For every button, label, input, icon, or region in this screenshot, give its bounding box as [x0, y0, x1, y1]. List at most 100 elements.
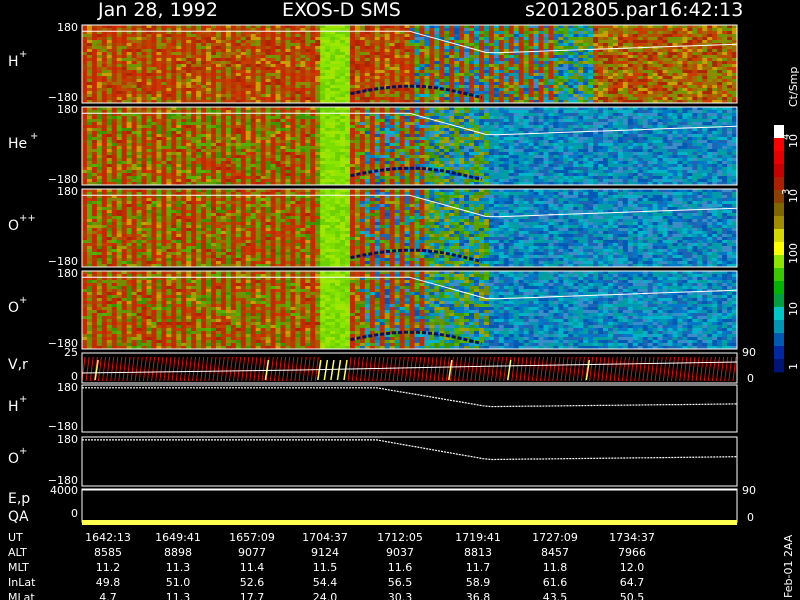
- heatmap-cell: [171, 73, 177, 77]
- heatmap-cell: [285, 34, 291, 38]
- heatmap-cell: [156, 146, 162, 150]
- heatmap-cell: [116, 125, 123, 129]
- heatmap-cell: [692, 61, 698, 65]
- heatmap-cell: [583, 64, 589, 68]
- heatmap-cell: [96, 61, 103, 65]
- heatmap-cell: [225, 134, 232, 138]
- heatmap-cell: [647, 40, 654, 44]
- heatmap-cell: [647, 91, 654, 95]
- heatmap-cell: [245, 88, 252, 92]
- heatmap-cell: [211, 67, 217, 71]
- heatmap-cell: [156, 97, 162, 101]
- heatmap-cell: [151, 170, 157, 174]
- heatmap-cell: [320, 149, 326, 153]
- heatmap-cell: [374, 137, 381, 141]
- heatmap-cell: [469, 82, 475, 86]
- heatmap-cell: [151, 43, 157, 47]
- heatmap-cell: [320, 73, 326, 77]
- heatmap-cell: [196, 91, 202, 95]
- heatmap-cell: [637, 49, 644, 53]
- heatmap-cell: [330, 125, 336, 129]
- heatmap-cell: [603, 79, 609, 83]
- heatmap-cell: [344, 119, 351, 123]
- heatmap-cell: [354, 94, 361, 98]
- heatmap-cell: [632, 88, 639, 92]
- heatmap-cell: [677, 55, 683, 59]
- heatmap-cell: [503, 43, 510, 47]
- heatmap-cell: [503, 37, 510, 41]
- heatmap-cell: [186, 140, 192, 144]
- heatmap-cell: [523, 67, 530, 71]
- heatmap-cell: [86, 155, 93, 159]
- heatmap-cell: [335, 25, 341, 29]
- heatmap-cell: [82, 176, 88, 180]
- heatmap-cell: [573, 37, 579, 41]
- heatmap-cell: [379, 34, 386, 38]
- heatmap-cell: [191, 125, 197, 129]
- heatmap-cell: [186, 146, 192, 150]
- heatmap-cell: [215, 158, 222, 162]
- heatmap-cell: [335, 173, 341, 177]
- heatmap-cell: [464, 40, 470, 44]
- heatmap-cell: [171, 170, 177, 174]
- heatmap-cell: [82, 37, 88, 41]
- heatmap-cell: [563, 28, 569, 32]
- heatmap-cell: [101, 37, 108, 41]
- heatmap-cell: [305, 61, 311, 65]
- heatmap-cell: [250, 176, 257, 180]
- heatmap-cell: [166, 91, 172, 95]
- heatmap-cell: [320, 52, 326, 56]
- heatmap-cell: [593, 52, 599, 56]
- heatmap-cell: [394, 34, 401, 38]
- heatmap-cell: [320, 43, 326, 47]
- heatmap-cell: [692, 52, 698, 56]
- heatmap-cell: [220, 158, 227, 162]
- heatmap-cell: [523, 76, 530, 80]
- heatmap-cell: [642, 79, 649, 83]
- heatmap-cell: [657, 70, 664, 74]
- heatmap-cell: [290, 25, 296, 29]
- heatmap-cell: [240, 64, 247, 68]
- heatmap-cell: [295, 119, 301, 123]
- heatmap-cell: [235, 55, 242, 59]
- heatmap-cell: [588, 40, 594, 44]
- heatmap-cell: [325, 97, 331, 101]
- heatmap-cell: [285, 67, 291, 71]
- heatmap-cell: [354, 43, 361, 47]
- heatmap-cell: [548, 25, 554, 29]
- heatmap-cell: [424, 58, 430, 62]
- heatmap-cell: [131, 61, 138, 65]
- heatmap-cell: [191, 37, 197, 41]
- heatmap-cell: [349, 25, 356, 29]
- heatmap-cell: [344, 122, 351, 126]
- heatmap-cell: [354, 82, 361, 86]
- heatmap-cell: [265, 91, 272, 95]
- heatmap-cell: [330, 61, 336, 65]
- heatmap-cell: [136, 91, 143, 95]
- heatmap-cell: [364, 49, 371, 53]
- heatmap-cell: [622, 58, 629, 62]
- heatmap-cell: [722, 28, 728, 32]
- heatmap-cell: [201, 122, 207, 126]
- heatmap-cell: [265, 140, 272, 144]
- heatmap-cell: [617, 31, 624, 35]
- heatmap-cell: [483, 88, 490, 92]
- heatmap-cell: [245, 58, 252, 62]
- heatmap-cell: [126, 61, 133, 65]
- heatmap-cell: [325, 85, 331, 89]
- heatmap-cell: [206, 140, 212, 144]
- heatmap-cell: [374, 146, 381, 150]
- heatmap-cell: [136, 64, 143, 68]
- heatmap-cell: [498, 28, 505, 32]
- heatmap-cell: [498, 43, 505, 47]
- heatmap-cell: [315, 158, 321, 162]
- heatmap-cell: [280, 146, 286, 150]
- heatmap-cell: [186, 76, 192, 80]
- heatmap-cell: [672, 82, 678, 86]
- heatmap-cell: [344, 134, 351, 138]
- heatmap-cell: [106, 116, 113, 120]
- heatmap-cell: [201, 155, 207, 159]
- heatmap-cell: [101, 82, 108, 86]
- heatmap-cell: [315, 119, 321, 123]
- heatmap-cell: [320, 140, 326, 144]
